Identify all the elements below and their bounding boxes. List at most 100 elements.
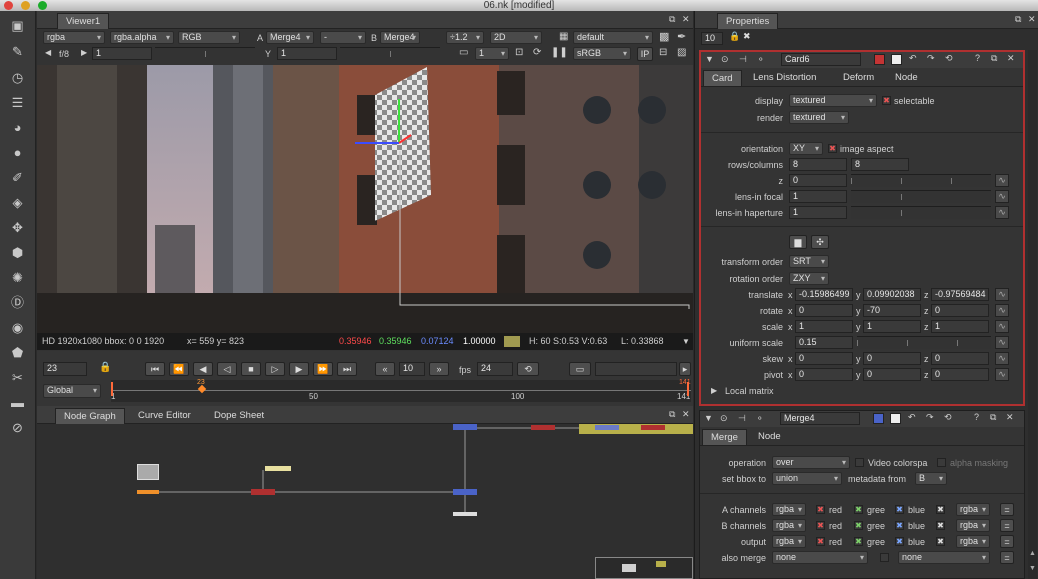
proxy-icon[interactable]: ▭ <box>459 47 468 58</box>
scale-x-field[interactable]: 1 <box>795 320 853 333</box>
tab-node[interactable]: Node <box>887 70 926 86</box>
float-panel-icon[interactable]: ⧉ <box>669 14 675 25</box>
float-panel-icon[interactable]: ⧉ <box>1015 14 1021 25</box>
particles-icon[interactable]: ✺ <box>9 269 26 286</box>
out-link-button[interactable]: = <box>1000 535 1014 548</box>
a-alpha-dropdown[interactable]: rgba <box>956 503 990 516</box>
out-point-marker[interactable] <box>687 382 689 396</box>
skew-curve-icon[interactable]: ∿ <box>995 352 1009 365</box>
stripes-icon[interactable]: ▨ <box>677 47 686 58</box>
node-top[interactable] <box>453 424 477 430</box>
furnace-icon[interactable]: ⊘ <box>9 419 26 436</box>
overlay-icon[interactable]: ⊟ <box>659 47 667 58</box>
channels-dropdown[interactable]: rgba <box>43 31 105 44</box>
status-menu-icon[interactable]: ▼ <box>682 333 690 350</box>
node-camera-bar[interactable] <box>137 490 159 494</box>
bbox-dropdown[interactable]: union <box>772 472 842 485</box>
b-blue-checkbox[interactable]: ✖ <box>895 521 904 530</box>
filter-icon[interactable]: ● <box>9 144 26 161</box>
last-frame-button[interactable]: ⏭ <box>337 362 357 376</box>
in-point-marker[interactable] <box>111 382 113 396</box>
transform-icon[interactable]: ✥ <box>9 219 26 236</box>
fstop-left-icon[interactable]: ◀ <box>45 48 51 57</box>
translate-x-field[interactable]: -0.15986499 <box>795 288 853 301</box>
gain-field[interactable]: 1 <box>92 47 152 60</box>
color-icon[interactable]: ◕ <box>9 119 26 136</box>
merge-icon[interactable]: ◈ <box>9 194 26 211</box>
node-card6[interactable] <box>251 489 275 495</box>
lock-icon[interactable]: 🔒 <box>99 362 111 373</box>
b-alpha-checkbox[interactable]: ✖ <box>936 521 945 530</box>
step-forward-button[interactable]: » <box>429 362 449 376</box>
playhead[interactable] <box>197 384 207 394</box>
skew-y-field[interactable]: 0 <box>863 352 921 365</box>
a-blue-checkbox[interactable]: ✖ <box>895 505 904 514</box>
scroll-down-arrow[interactable]: ▼ <box>1029 565 1036 572</box>
gamma-field[interactable]: 1 <box>277 47 337 60</box>
b-red-checkbox[interactable]: ✖ <box>816 521 825 530</box>
alpha-channel-dropdown[interactable]: rgba.alpha <box>110 31 174 44</box>
metadata-icon[interactable]: ⬟ <box>9 344 26 361</box>
input-b-dropdown[interactable]: Merge4 <box>380 31 420 44</box>
gl-color-swatch[interactable] <box>890 413 901 424</box>
other-icon[interactable]: ▬ <box>9 394 26 411</box>
pivot-x-field[interactable]: 0 <box>795 368 853 381</box>
node-write[interactable] <box>453 512 477 516</box>
z-curve-icon[interactable]: ∿ <box>995 174 1009 187</box>
rotation-order-dropdown[interactable]: ZXY <box>789 272 829 285</box>
lens-focal-field[interactable]: 1 <box>789 190 847 203</box>
b-channels-dropdown[interactable]: rgba <box>772 519 806 532</box>
gl-color-swatch[interactable] <box>891 54 902 65</box>
fps-field[interactable]: 24 <box>477 362 513 376</box>
first-frame-button[interactable]: ⏮ <box>145 362 165 376</box>
display-channel-dropdown[interactable]: RGB <box>178 31 240 44</box>
float-panel-icon[interactable]: ⧉ <box>669 409 675 420</box>
uniform-scale-slider[interactable] <box>857 336 991 349</box>
also-merge-link-button[interactable]: = <box>1000 551 1014 564</box>
revert-icon[interactable]: ⟲ <box>945 53 953 64</box>
uniform-scale-curve-icon[interactable]: ∿ <box>995 336 1009 349</box>
close-window-button[interactable] <box>4 1 13 10</box>
deep-icon[interactable]: Ⓓ <box>9 294 26 311</box>
snap-button[interactable]: ✣ <box>811 235 829 249</box>
time-icon[interactable]: ◷ <box>9 69 26 86</box>
also-merge-checkbox[interactable] <box>880 553 889 562</box>
pivot-curve-icon[interactable]: ∿ <box>995 368 1009 381</box>
display-lut-dropdown[interactable]: sRGB <box>573 47 631 60</box>
skew-x-field[interactable]: 0 <box>795 352 853 365</box>
zoom-window-button[interactable] <box>38 1 47 10</box>
step-back-button[interactable]: « <box>375 362 395 376</box>
local-matrix-label[interactable]: Local matrix <box>725 386 774 396</box>
close-node-icon[interactable]: ✕ <box>1007 53 1015 64</box>
help-icon[interactable]: ? <box>974 412 979 422</box>
out-alpha-checkbox[interactable]: ✖ <box>936 537 945 546</box>
translate-y-field[interactable]: 0.09902038 <box>863 288 921 301</box>
float-icon[interactable]: ⧉ <box>990 412 996 423</box>
metadata-dropdown[interactable]: B <box>915 472 947 485</box>
tab-curve-editor[interactable]: Curve Editor <box>130 408 199 424</box>
keyer-icon[interactable]: ✐ <box>9 169 26 186</box>
gain-slider[interactable] <box>155 47 255 60</box>
roi-icon[interactable]: ▩ <box>659 30 669 43</box>
node-camera[interactable] <box>137 464 159 480</box>
close-panel-icon[interactable]: ✕ <box>682 409 690 420</box>
range-mode-dropdown[interactable]: Global <box>43 384 101 398</box>
lut-dropdown[interactable]: default <box>573 31 653 44</box>
gamma-slider[interactable] <box>340 47 440 60</box>
refresh-icon[interactable]: ⟳ <box>533 47 541 58</box>
collapse-icon[interactable]: ▼ <box>705 54 714 64</box>
paint-icon[interactable]: ✒ <box>677 30 686 43</box>
input-a-dropdown[interactable]: Merge4 <box>266 31 314 44</box>
b-green-checkbox[interactable]: ✖ <box>854 521 863 530</box>
max-panels-field[interactable]: 10 <box>701 32 723 45</box>
rotate-y-field[interactable]: -70 <box>863 304 921 317</box>
rows-field[interactable]: 8 <box>789 158 847 171</box>
z-field[interactable]: 0 <box>789 174 847 187</box>
fstop-label[interactable]: f/8 <box>59 49 69 59</box>
node-merge-top[interactable] <box>595 425 619 430</box>
redo-icon[interactable]: ↷ <box>926 412 934 423</box>
pivot-z-field[interactable]: 0 <box>931 368 989 381</box>
zoom-dropdown[interactable]: ÷1.2 <box>446 31 484 44</box>
draw-icon[interactable]: ✎ <box>9 43 26 60</box>
out-alpha-dropdown[interactable]: rgba <box>956 535 990 548</box>
